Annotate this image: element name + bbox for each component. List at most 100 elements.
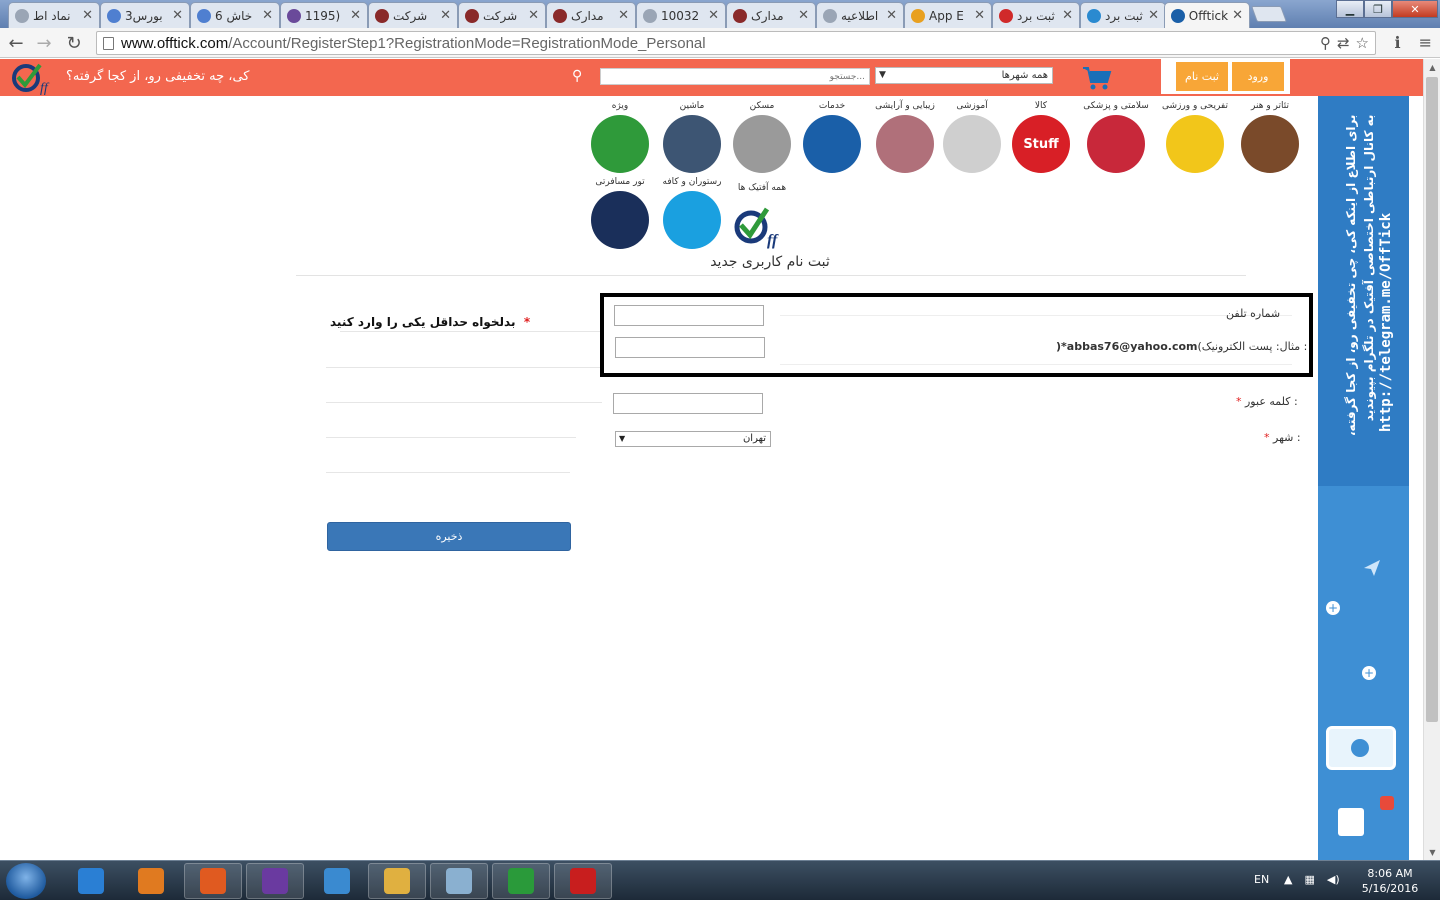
category-item[interactable]: ویژه [585, 101, 655, 173]
info-extension-icon[interactable]: ℹ [1395, 33, 1401, 52]
start-button[interactable] [6, 863, 46, 899]
tab-close-icon[interactable]: ✕ [886, 8, 897, 23]
address-bar[interactable]: www.offtick.com/Account/RegisterStep1?Re… [96, 31, 1376, 55]
taskbar-app-browser-app[interactable] [308, 863, 366, 899]
search-input[interactable] [600, 68, 870, 85]
svg-text:ff: ff [767, 232, 779, 249]
browser-tab[interactable]: مدارک ✕ [546, 2, 636, 28]
tab-close-icon[interactable]: ✕ [1232, 8, 1243, 23]
taskbar-app-file-explorer[interactable] [368, 863, 426, 899]
category-item[interactable]: تفریحی و ورزشی [1160, 101, 1230, 173]
reload-icon[interactable]: ↻ [64, 33, 84, 54]
tab-close-icon[interactable]: ✕ [82, 8, 93, 23]
tab-close-icon[interactable]: ✕ [1148, 8, 1159, 23]
page-scrollbar[interactable]: ▲ ▼ [1423, 59, 1440, 860]
browser-tab[interactable]: 10032 ✕ [636, 2, 726, 28]
plane-icon [591, 191, 649, 249]
new-tab-button[interactable] [1251, 6, 1287, 22]
back-arrow-icon[interactable]: ← [6, 33, 26, 54]
category-item[interactable]: سلامتی و پزشکی [1081, 101, 1151, 173]
tab-close-icon[interactable]: ✕ [350, 8, 361, 23]
browser-tab-strip: نماد اط ✕ بورس3 ✕ خاش 6 ✕ (1195 ✕ شرکت ✕ شرکت ✕ مدار… [0, 0, 1440, 28]
email-field[interactable] [615, 337, 765, 358]
category-item[interactable]: تئاتر و هنر [1235, 101, 1305, 173]
browser-tab[interactable]: Offtick ✕ [1164, 2, 1250, 28]
system-clock[interactable]: 8:06 AM 5/16/2016 [1360, 866, 1420, 896]
tab-close-icon[interactable]: ✕ [618, 8, 629, 23]
tab-close-icon[interactable]: ✕ [262, 8, 273, 23]
taskbar-app-visual-studio[interactable] [246, 863, 304, 899]
tab-favicon-icon [375, 8, 389, 23]
tab-close-icon[interactable]: ✕ [528, 8, 539, 23]
tab-close-icon[interactable]: ✕ [440, 8, 451, 23]
category-label: ماشین [679, 101, 705, 111]
telegram-banner[interactable]: برای اطلاع از اینکه کی، چی تخفیفی رو، از… [1318, 96, 1409, 860]
category-item[interactable]: خدمات [797, 101, 867, 173]
tab-close-icon[interactable]: ✕ [798, 8, 809, 23]
browser-tab[interactable]: شرکت ✕ [458, 2, 546, 28]
category-item[interactable]: آموزشی [937, 101, 1007, 173]
browser-tab[interactable]: شرکت ✕ [368, 2, 458, 28]
category-item[interactable]: رستوران و کافه [657, 177, 727, 249]
register-button[interactable]: ثبت نام [1176, 62, 1228, 91]
category-item[interactable]: کالا Stuff [1006, 101, 1076, 173]
dropdown-arrow-icon: ▼ [619, 434, 626, 443]
svg-text:ff: ff [40, 81, 50, 95]
browser-tab[interactable]: (1195 ✕ [280, 2, 368, 28]
menu-icon[interactable]: ≡ [1419, 33, 1432, 52]
tab-favicon-icon [643, 8, 657, 23]
login-button[interactable]: ورود [1232, 62, 1284, 91]
city-select[interactable]: ▼ تهران [615, 431, 771, 447]
category-item[interactable]: تور مسافرتی [585, 177, 655, 249]
tab-close-icon[interactable]: ✕ [708, 8, 719, 23]
browser-tab[interactable]: خاش 6 ✕ [190, 2, 280, 28]
browser-tab[interactable]: App E ✕ [904, 2, 992, 28]
browser-tab[interactable]: ثبت برد ✕ [992, 2, 1080, 28]
phone-illustration-icon [1326, 726, 1396, 770]
city-filter-select[interactable]: ▼ همه شهرها [875, 67, 1053, 84]
language-indicator[interactable]: EN [1254, 873, 1269, 886]
category-item[interactable]: زیبایی و آرایشی [870, 101, 940, 173]
scroll-thumb[interactable] [1426, 77, 1438, 722]
shopping-cart-icon[interactable] [1082, 65, 1112, 91]
tab-close-icon[interactable]: ✕ [974, 8, 985, 23]
maximize-button[interactable]: ❐ [1364, 0, 1392, 18]
category-item[interactable]: همه آفتیک ها ff [727, 183, 797, 255]
volume-icon[interactable]: ◀) [1327, 873, 1340, 886]
taskbar-app-notepad-app[interactable] [430, 863, 488, 899]
browser-tab[interactable]: ثبت برد ✕ [1080, 2, 1166, 28]
taskbar-app-pdf-reader[interactable] [554, 863, 612, 899]
browser-tab[interactable]: اطلاعیه ✕ [816, 2, 904, 28]
taskbar-app-media-player[interactable] [122, 863, 180, 899]
category-item[interactable]: ماشین [657, 101, 727, 173]
password-field[interactable] [613, 393, 763, 414]
tab-favicon-icon [911, 8, 925, 23]
taskbar-app-chrome[interactable] [492, 863, 550, 899]
show-hidden-icons-icon[interactable]: ▲ [1284, 873, 1292, 886]
tab-close-icon[interactable]: ✕ [1062, 8, 1073, 23]
category-label: همه آفتیک ها [737, 183, 787, 193]
tab-close-icon[interactable]: ✕ [172, 8, 183, 23]
network-icon[interactable]: ▦ [1304, 873, 1314, 886]
close-window-button[interactable]: ✕ [1392, 0, 1438, 18]
notepad-app-icon [446, 868, 472, 894]
browser-tab[interactable]: بورس3 ✕ [100, 2, 190, 28]
category-item[interactable]: مسکن [727, 101, 797, 173]
zoom-icon[interactable]: ⚲ [1320, 34, 1331, 52]
taskbar-app-internet-explorer[interactable] [62, 863, 120, 899]
telegram-link[interactable]: http://telegram.me/OffTick [1378, 213, 1394, 432]
tab-favicon-icon [1171, 8, 1185, 23]
offtick-logo-icon[interactable]: ff [12, 61, 58, 95]
search-icon[interactable]: ⚲ [572, 68, 582, 84]
scroll-down-arrow-icon[interactable]: ▼ [1424, 844, 1440, 860]
save-button[interactable]: ذخیره [327, 522, 571, 551]
minimize-button[interactable]: ▁ [1336, 0, 1364, 18]
translate-icon[interactable]: ⇄ [1337, 34, 1350, 52]
bookmark-star-icon[interactable]: ☆ [1356, 34, 1369, 52]
phone-field[interactable] [614, 305, 764, 326]
scroll-up-arrow-icon[interactable]: ▲ [1424, 59, 1440, 75]
taskbar-app-firefox[interactable] [184, 863, 242, 899]
forward-arrow-icon[interactable]: → [34, 33, 54, 54]
browser-tab[interactable]: مدارک ✕ [726, 2, 816, 28]
browser-tab[interactable]: نماد اط ✕ [8, 2, 100, 28]
